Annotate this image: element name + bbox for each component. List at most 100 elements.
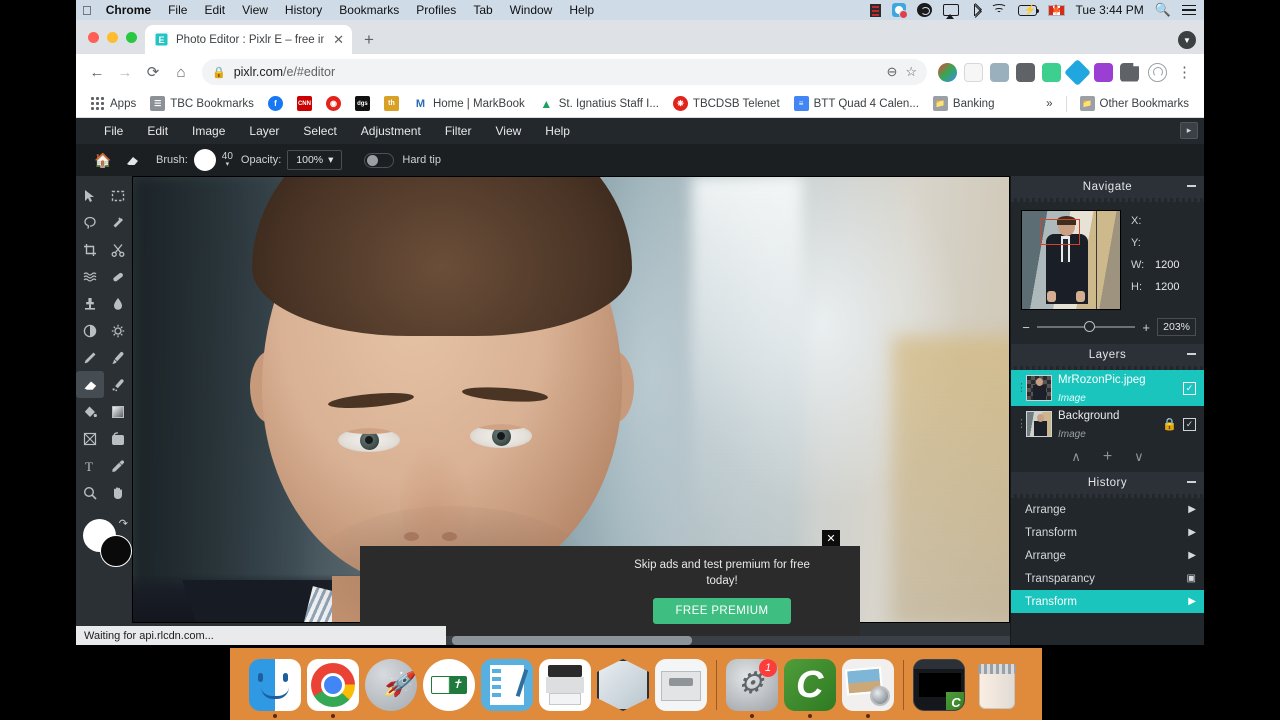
battery-charging-icon[interactable]: ⚡ (1017, 4, 1039, 16)
lasso-select-tool[interactable] (76, 209, 104, 236)
dock-item-printer-app[interactable] (536, 654, 594, 718)
replace-color-tool[interactable] (104, 371, 132, 398)
grammarly-extension-icon[interactable] (938, 62, 957, 82)
menu-item-help[interactable]: Help (569, 3, 594, 17)
bookmark-tbcdsb-telenet[interactable]: ❋ TBCDSB Telenet (666, 93, 787, 115)
pixlr-menu-view[interactable]: View (483, 124, 533, 138)
menu-item-edit[interactable]: Edit (204, 3, 225, 17)
dock-item-recording-window[interactable]: C (910, 654, 968, 718)
pixlr-menu-help[interactable]: Help (533, 124, 582, 138)
dock-item-preview-photos[interactable] (839, 654, 897, 718)
bookmark-btt-quad-4-calendar[interactable]: ≡ BTT Quad 4 Calen... (787, 93, 926, 115)
menu-item-tab[interactable]: Tab (473, 3, 492, 17)
pixlr-menu-filter[interactable]: Filter (433, 124, 484, 138)
viewport-rectangle[interactable] (1040, 219, 1080, 245)
zoom-out-icon[interactable]: ⊖ (886, 64, 897, 80)
draw-tool[interactable] (104, 425, 132, 452)
zoom-level-value[interactable]: 203% (1157, 318, 1196, 336)
back-button[interactable]: ← (84, 59, 110, 85)
film-strip-icon[interactable] (869, 3, 881, 17)
history-panel-header[interactable]: History (1011, 472, 1204, 494)
minimize-icon[interactable] (1187, 481, 1196, 483)
pixlr-menu-edit[interactable]: Edit (135, 124, 180, 138)
canada-flag-icon[interactable]: 🍁 (1047, 4, 1065, 16)
bookmark-markbook[interactable]: M Home | MarkBook (406, 93, 532, 115)
airplay-icon[interactable] (942, 4, 959, 19)
d-extension-icon[interactable] (1016, 62, 1035, 82)
focus-tool[interactable] (104, 317, 132, 344)
gradient-tool[interactable] (104, 398, 132, 425)
minimize-window-button[interactable] (107, 31, 118, 43)
markbook-extension-icon[interactable] (1094, 62, 1113, 82)
history-row[interactable]: Arrange ▶ (1011, 544, 1204, 567)
menu-item-view[interactable]: View (242, 3, 268, 17)
star-icon[interactable]: ☆ (905, 64, 917, 80)
move-layer-down-button[interactable]: ∨ (1134, 449, 1144, 465)
menu-item-bookmarks[interactable]: Bookmarks (339, 3, 399, 17)
close-window-button[interactable] (88, 31, 99, 43)
bookmark-tbc-bookmarks[interactable]: ☰ TBC Bookmarks (143, 93, 261, 115)
minimize-icon[interactable] (1187, 353, 1196, 355)
brush-preview[interactable] (193, 149, 216, 171)
profile-avatar-icon[interactable] (1148, 62, 1167, 82)
pixlr-menu-layer[interactable]: Layer (237, 124, 291, 138)
dock-item-camtasia[interactable]: C (781, 654, 839, 718)
eraser-tool[interactable] (76, 371, 104, 398)
pixlr-menu-image[interactable]: Image (180, 124, 237, 138)
clone-stamp-tool[interactable] (76, 290, 104, 317)
panel-expand-icon[interactable]: ▸ (1180, 122, 1198, 139)
arrange-tool[interactable] (76, 182, 104, 209)
swap-colors-icon[interactable]: ↷ (119, 517, 128, 530)
dock-item-cube-app[interactable] (594, 654, 652, 718)
bookmarks-overflow-button[interactable]: » (1039, 93, 1059, 115)
maximize-window-button[interactable] (126, 31, 137, 43)
history-row[interactable]: Arrange ▶ (1011, 498, 1204, 521)
dock-item-finder[interactable] (246, 654, 304, 718)
dock-item-google-chrome[interactable] (304, 654, 362, 718)
close-icon[interactable]: ✕ (822, 530, 840, 546)
zoom-slider[interactable] (1037, 321, 1136, 333)
color-picker-tool[interactable] (104, 452, 132, 479)
add-layer-button[interactable]: + (1103, 448, 1112, 466)
minimize-icon[interactable] (1187, 185, 1196, 187)
menu-item-profiles[interactable]: Profiles (416, 3, 456, 17)
dock-item-trash[interactable] (968, 654, 1026, 718)
menu-item-window[interactable]: Window (510, 3, 553, 17)
opacity-select[interactable]: 100% ▾ (287, 150, 343, 170)
bookmark-tb[interactable]: th (377, 93, 406, 115)
layer-row[interactable]: ⋮ MrRozonPic.jpeg Image ✓ (1011, 370, 1204, 406)
dock-item-bible-app[interactable]: ✝ (420, 654, 478, 718)
background-color-swatch[interactable] (100, 535, 132, 567)
zoom-in-button[interactable]: + (1141, 320, 1151, 335)
layer-visibility-checkbox[interactable]: ✓ (1183, 417, 1196, 431)
lock-icon[interactable]: 🔒 (1162, 417, 1177, 431)
tab-search-button[interactable]: ▼ (1178, 31, 1196, 49)
heal-tool[interactable] (104, 263, 132, 290)
bookmark-dgs[interactable]: dgs (348, 93, 377, 115)
bookmark-other-bookmarks[interactable]: 📁 Other Bookmarks (1073, 93, 1196, 115)
zoom-tool[interactable] (76, 479, 104, 506)
brush-size-stepper[interactable]: 40 ▾ (222, 152, 233, 169)
creative-cloud-icon[interactable] (916, 3, 932, 17)
bookmark-apps[interactable]: Apps (84, 93, 143, 115)
text-tool[interactable]: T (76, 452, 104, 479)
history-row[interactable]: Transform ▶ (1011, 590, 1204, 613)
crop-tool[interactable] (76, 236, 104, 263)
dock-item-launchpad[interactable]: 🚀 (362, 654, 420, 718)
magic-wand-tool[interactable] (104, 209, 132, 236)
liquify-tool[interactable] (76, 263, 104, 290)
home-icon[interactable]: 🏠 (88, 152, 118, 169)
dock-item-printer-driver-app[interactable] (652, 654, 710, 718)
home-button[interactable]: ⌂ (168, 59, 194, 85)
history-row[interactable]: Transparancy ▣ (1011, 567, 1204, 590)
zoom-slider-knob[interactable] (1084, 321, 1096, 332)
layers-panel-header[interactable]: Layers (1011, 344, 1204, 366)
forward-button[interactable]: → (112, 59, 138, 85)
screencastify-extension-icon[interactable] (1042, 62, 1061, 82)
menubar-clock[interactable]: Tue 3:44 PM (1076, 3, 1144, 17)
pixlr-menu-file[interactable]: File (92, 124, 135, 138)
pixlr-menu-adjustment[interactable]: Adjustment (349, 124, 433, 138)
pixlr-menu-select[interactable]: Select (291, 124, 348, 138)
menu-item-chrome[interactable]: Chrome (106, 3, 151, 17)
fill-tool[interactable] (76, 398, 104, 425)
